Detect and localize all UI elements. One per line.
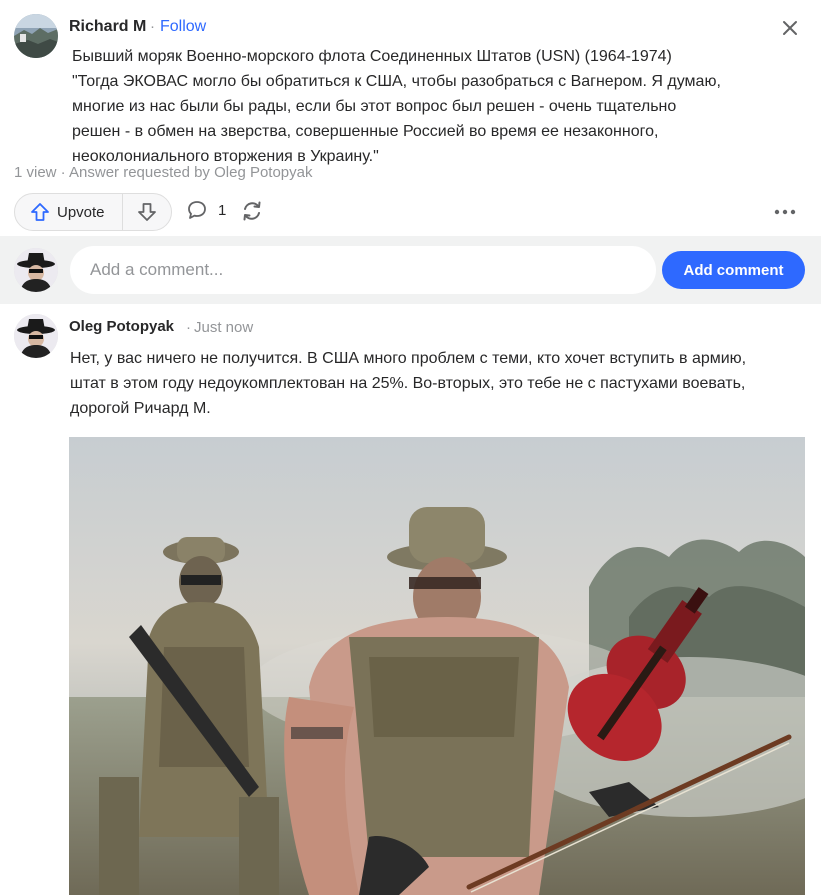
reply-body: Нет, у вас ничего не получится. В США мн… — [70, 346, 805, 421]
reply-author-avatar[interactable] — [14, 314, 58, 358]
arrow-up-icon — [31, 203, 49, 221]
answer-body: Бывший моряк Военно-морского флота Соеди… — [72, 44, 792, 169]
reply-timestamp[interactable]: Just now — [194, 319, 253, 336]
close-button[interactable] — [776, 14, 804, 42]
current-user-avatar[interactable] — [14, 248, 58, 292]
soldiers-violin-photo — [69, 437, 805, 895]
more-dots-icon — [774, 209, 796, 215]
upvote-button[interactable]: Upvote — [15, 194, 123, 230]
share-button[interactable] — [240, 199, 264, 228]
answer-meta: 1 view · Answer requested by Oleg Potopy… — [14, 164, 313, 181]
speech-bubble-icon — [188, 201, 206, 219]
author-name[interactable]: Richard M — [69, 18, 146, 36]
reply-line: дорогой Ричард М. — [70, 400, 211, 417]
comments-button[interactable]: 1 — [186, 199, 226, 221]
answer-card: Richard M · Follow Бывший моряк Военно-м… — [0, 0, 821, 236]
arrow-down-icon — [138, 203, 156, 221]
more-options-button[interactable] — [772, 200, 798, 229]
close-icon — [783, 21, 797, 35]
downvote-button[interactable] — [123, 194, 171, 230]
answer-line: решен - в обмен на зверства, совершенные… — [72, 123, 659, 140]
add-comment-button[interactable]: Add comment — [662, 251, 805, 289]
vote-group: Upvote — [14, 193, 172, 231]
answer-line: Бывший моряк Военно-морского флота Соеди… — [72, 48, 672, 65]
author-avatar[interactable] — [14, 14, 58, 58]
reply-photo[interactable] — [69, 437, 805, 895]
upvote-label: Upvote — [57, 203, 105, 221]
comment-composer: Add comment — [0, 236, 821, 304]
comment-input[interactable] — [70, 246, 656, 294]
refresh-share-icon — [243, 201, 261, 221]
follow-button[interactable]: Follow — [160, 18, 206, 36]
reply-line: Нет, у вас ничего не получится. В США мн… — [70, 350, 747, 367]
separator-dot: · — [186, 319, 191, 336]
comment-count: 1 — [218, 201, 227, 219]
reply-author-name[interactable]: Oleg Potopyak — [69, 318, 174, 335]
answer-line: "Тогда ЭКОВАС могло бы обратиться к США,… — [72, 73, 721, 90]
reply-line: штат в этом году недоукомплектован на 25… — [70, 375, 746, 392]
answer-line: многие из нас были бы рады, если бы этот… — [72, 98, 677, 115]
separator-dot: · — [150, 18, 155, 35]
